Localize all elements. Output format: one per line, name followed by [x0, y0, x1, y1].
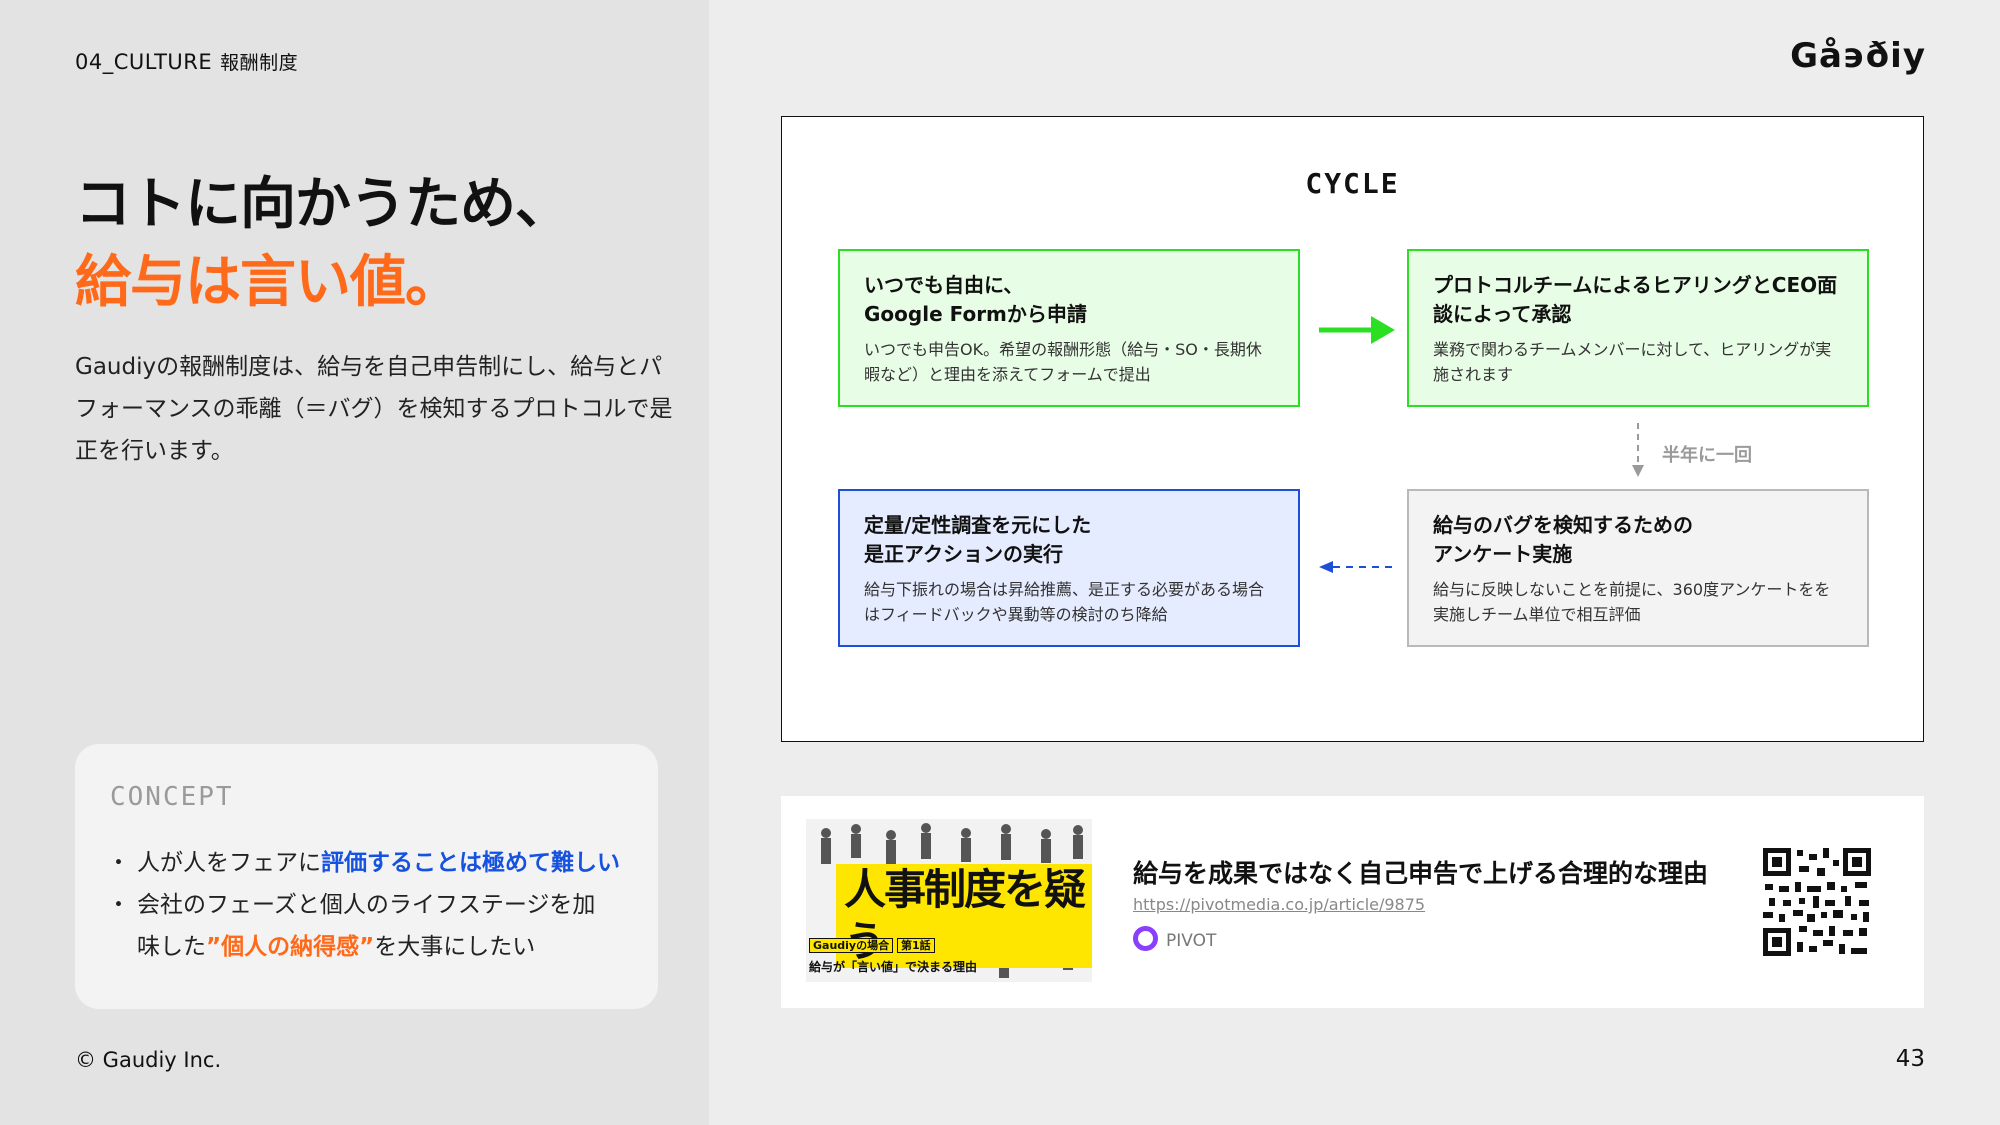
cycle-title: CYCLE — [1305, 167, 1400, 200]
cycle-step-apply: いつでも自由に、 Google Formから申請 いつでも申告OK。希望の報酬形… — [838, 249, 1300, 407]
thumbnail-subtitle: 給与が「言い値」で決まる理由 — [809, 960, 978, 974]
article-thumbnail: 人事制度を疑う Gaudiyの場合 第1話 給与が「言い値」で決まる理由 — [806, 819, 1092, 982]
step-title: 給与のバグを検知するための アンケート実施 — [1433, 513, 1693, 566]
concept-box: CONCEPT 人が人をフェアに評価することは極めて難しい 会社のフェーズと個人… — [75, 744, 658, 1009]
concept-item-emphasis: ”個人の納得感” — [206, 934, 375, 960]
headline-line1: コトに向かうため、 — [75, 172, 571, 237]
step-description: いつでも申告OK。希望の報酬形態（給与・SO・長期休暇など）と理由を添えてフォー… — [864, 340, 1262, 384]
article-link[interactable]: https://pivotmedia.co.jp/article/9875 — [1133, 895, 1425, 914]
qr-code-icon[interactable] — [1761, 846, 1873, 958]
pivot-logo-icon — [1133, 926, 1158, 951]
step-title: いつでも自由に、 Google Formから申請 — [864, 273, 1087, 326]
cycle-step-action: 定量/定性調査を元にした 是正アクションの実行 給与下振れの場合は昇給推薦、是正… — [838, 489, 1300, 647]
article-source: PIVOT — [1133, 926, 1216, 951]
section-title: 報酬制度 — [220, 52, 299, 74]
copyright: © Gaudiy Inc. — [75, 1048, 222, 1072]
cycle-step-survey: 給与のバグを検知するための アンケート実施 給与に反映しないことを前提に、360… — [1407, 489, 1869, 647]
article-card[interactable]: 人事制度を疑う Gaudiyの場合 第1話 給与が「言い値」で決まる理由 給与を… — [781, 796, 1924, 1008]
page-number: 43 — [1895, 1046, 1925, 1072]
section-label: 04_CULTURE 報酬制度 — [75, 48, 298, 75]
concept-item-text: を大事にしたい — [374, 934, 536, 960]
left-arrow-icon — [1319, 561, 1395, 573]
cycle-diagram: CYCLE いつでも自由に、 Google Formから申請 いつでも申告OK。… — [781, 116, 1924, 742]
description: Gaudiyの報酬制度は、給与を自己申告制にし、給与とパフォーマンスの乖離（＝バ… — [75, 354, 673, 464]
concept-list: 人が人をフェアに評価することは極めて難しい 会社のフェーズと個人のライフステージ… — [107, 842, 620, 968]
article-title[interactable]: 給与を成果ではなく自己申告で上げる合理的な理由 — [1133, 854, 1708, 890]
thumbnail-episode: 第1話 — [896, 938, 935, 953]
concept-item-emphasis: 評価することは極めて難しい — [321, 850, 620, 876]
step-description: 給与下振れの場合は昇給推薦、是正する必要がある場合はフィードバックや異動等の検討… — [864, 580, 1265, 624]
concept-item-text: 人が人をフェアに — [137, 850, 321, 876]
gaudiy-logo: Gå϶ðiy — [1790, 36, 1926, 76]
concept-title: CONCEPT — [110, 782, 234, 812]
section-code: 04_CULTURE — [75, 50, 213, 74]
down-arrow-icon — [1632, 423, 1644, 477]
headline: コトに向かうため、 給与は言い値。 — [75, 166, 571, 322]
step-description: 業務で関わるチームメンバーに対して、ヒアリングが実施されます — [1433, 340, 1832, 384]
step-title: 定量/定性調査を元にした 是正アクションの実行 — [864, 513, 1092, 566]
step-description: 給与に反映しないことを前提に、360度アンケートをを実施しチーム単位で相互評価 — [1433, 580, 1831, 624]
thumbnail-tag: Gaudiyの場合 第1話 — [809, 937, 935, 953]
left-panel: 04_CULTURE 報酬制度 コトに向かうため、 給与は言い値。 Gaudiyの… — [0, 0, 709, 1125]
concept-item: 会社のフェーズと個人のライフステージを加味した”個人の納得感”を大事にしたい — [107, 884, 607, 968]
step-title: プロトコルチームによるヒアリングとCEO面談によって承認 — [1433, 273, 1838, 326]
interval-label: 半年に一回 — [1662, 445, 1752, 466]
source-name: PIVOT — [1166, 931, 1217, 951]
thumbnail-series: Gaudiyの場合 — [809, 938, 894, 953]
concept-item: 人が人をフェアに評価することは極めて難しい — [107, 842, 620, 884]
right-arrow-icon — [1319, 316, 1395, 344]
cycle-step-approve: プロトコルチームによるヒアリングとCEO面談によって承認 業務で関わるチームメン… — [1407, 249, 1869, 407]
headline-line2: 給与は言い値。 — [75, 250, 461, 315]
